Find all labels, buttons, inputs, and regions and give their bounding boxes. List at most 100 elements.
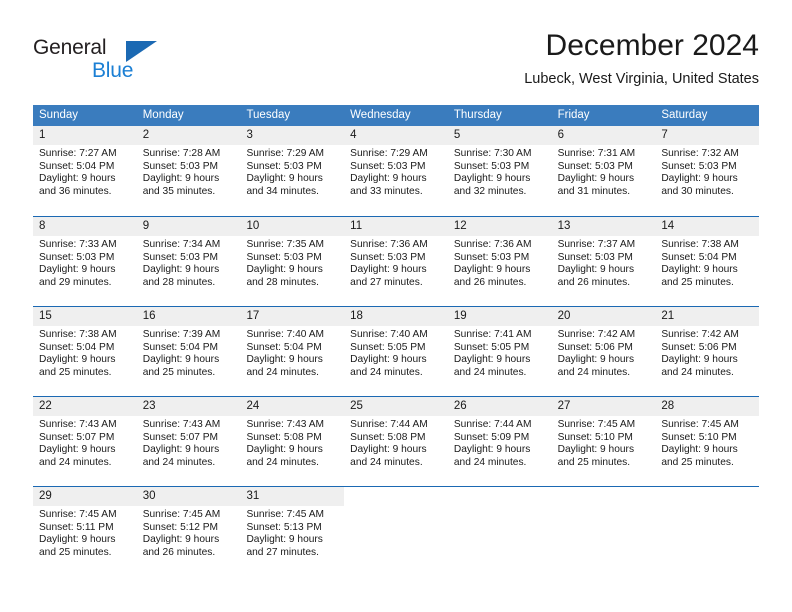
day-sunset-text: Sunset: 5:11 PM xyxy=(39,521,114,533)
day-daylight-line2-text: and 24 minutes. xyxy=(350,366,423,378)
day-daylight-line1-text: Daylight: 9 hours xyxy=(142,354,220,366)
calendar-day-cell[interactable]: 10 Sunrise: 7:35 AM Sunset: 5:03 PM Dayligh… xyxy=(240,217,345,306)
day-sun-info: Sunrise: 7:31 AM Sunset: 5:03 PM Daylight:… xyxy=(552,145,656,198)
calendar-day-cell[interactable]: 16 Sunrise: 7:39 AM Sunset: 5:04 PM Dayligh… xyxy=(136,307,241,396)
calendar-day-cell[interactable]: 20 Sunrise: 7:42 AM Sunset: 5:06 PM Dayligh… xyxy=(551,307,656,396)
day-number: 29 xyxy=(33,487,137,506)
day-sun-info: Sunrise: 7:30 AM Sunset: 5:03 PM Daylight:… xyxy=(448,145,552,198)
calendar-day-cell[interactable]: 22 Sunrise: 7:43 AM Sunset: 5:07 PM Dayligh… xyxy=(33,397,137,486)
calendar-day-cell[interactable]: 4 Sunrise: 7:29 AM Sunset: 5:03 PM Daylight… xyxy=(344,126,448,216)
day-daylight-line1-text: Daylight: 9 hours xyxy=(246,534,323,546)
day-daylight-line2-text: and 27 minutes. xyxy=(246,546,319,558)
calendar-day-cell[interactable]: 3 Sunrise: 7:29 AM Sunset: 5:03 PM Daylight… xyxy=(240,126,345,216)
calendar-day-cell[interactable]: 30 Sunrise: 7:45 AM Sunset: 5:12 PM Dayligh… xyxy=(136,487,241,576)
calendar-day-cell[interactable]: 26 Sunrise: 7:44 AM Sunset: 5:09 PM Dayligh… xyxy=(447,397,552,486)
day-sunset-text: Sunset: 5:07 PM xyxy=(39,431,115,443)
day-daylight-line1-text: Daylight: 9 hours xyxy=(39,444,116,456)
day-daylight-line1-text: Daylight: 9 hours xyxy=(661,264,738,276)
calendar-day-cell[interactable]: 13 Sunrise: 7:37 AM Sunset: 5:03 PM Dayligh… xyxy=(551,217,656,306)
day-number: 23 xyxy=(136,397,241,416)
day-sun-info xyxy=(344,506,448,509)
calendar-day-cell[interactable]: 27 Sunrise: 7:45 AM Sunset: 5:10 PM Dayligh… xyxy=(551,397,656,486)
day-daylight-line2-text: and 25 minutes. xyxy=(142,366,216,378)
weekday-header-wednesday: Wednesday xyxy=(350,109,411,121)
day-number xyxy=(344,487,448,506)
calendar-day-cell[interactable]: 25 Sunrise: 7:44 AM Sunset: 5:08 PM Dayligh… xyxy=(344,397,448,486)
day-sun-info xyxy=(655,506,759,509)
calendar-day-cell[interactable]: 18 Sunrise: 7:40 AM Sunset: 5:05 PM Dayligh… xyxy=(344,307,448,396)
day-sun-info: Sunrise: 7:40 AM Sunset: 5:05 PM Daylight:… xyxy=(344,326,448,379)
calendar-day-cell[interactable]: 1 Sunrise: 7:27 AM Sunset: 5:04 PM Daylight… xyxy=(33,126,137,216)
calendar-day-cell[interactable]: 21 Sunrise: 7:42 AM Sunset: 5:06 PM Dayligh… xyxy=(655,307,760,396)
calendar-week-row: 8 Sunrise: 7:33 AM Sunset: 5:03 PM Daylight… xyxy=(33,216,760,306)
day-daylight-line2-text: and 26 minutes. xyxy=(142,546,216,558)
calendar-day-cell[interactable]: 5 Sunrise: 7:30 AM Sunset: 5:03 PM Daylight… xyxy=(447,126,552,216)
day-sun-info: Sunrise: 7:43 AM Sunset: 5:08 PM Daylight:… xyxy=(240,416,344,469)
day-sunset-text: Sunset: 5:13 PM xyxy=(246,521,322,533)
day-sunrise-text: Sunrise: 7:43 AM xyxy=(246,419,325,430)
day-number: 12 xyxy=(447,217,552,236)
general-blue-logo[interactable]: General Blue xyxy=(33,36,183,92)
day-sunset-text: Sunset: 5:06 PM xyxy=(557,341,633,353)
day-sunset-text: Sunset: 5:03 PM xyxy=(557,251,633,263)
day-sunset-text: Sunset: 5:10 PM xyxy=(661,431,737,443)
day-daylight-line1-text: Daylight: 9 hours xyxy=(246,264,323,276)
day-number: 7 xyxy=(655,126,760,145)
day-daylight-line1-text: Daylight: 9 hours xyxy=(453,354,531,366)
calendar-day-cell[interactable]: 7 Sunrise: 7:32 AM Sunset: 5:03 PM Daylight… xyxy=(655,126,760,216)
calendar-day-cell[interactable]: 28 Sunrise: 7:45 AM Sunset: 5:10 PM Dayligh… xyxy=(655,397,760,486)
day-sunset-text: Sunset: 5:04 PM xyxy=(661,251,737,263)
day-sunset-text: Sunset: 5:05 PM xyxy=(453,341,530,353)
day-daylight-line2-text: and 35 minutes. xyxy=(142,185,216,197)
weekday-header-monday: Monday xyxy=(142,109,184,121)
day-sun-info: Sunrise: 7:38 AM Sunset: 5:04 PM Daylight:… xyxy=(655,236,759,289)
calendar-grid: Sunday Monday Tuesday Wednesday Thursday Frid… xyxy=(33,105,760,576)
day-number: 19 xyxy=(447,307,552,326)
day-sun-info: Sunrise: 7:42 AM Sunset: 5:06 PM Daylight:… xyxy=(655,326,759,379)
day-number xyxy=(552,487,656,506)
calendar-day-cell[interactable]: 31 Sunrise: 7:45 AM Sunset: 5:13 PM Dayligh… xyxy=(240,487,345,576)
day-sunrise-text: Sunrise: 7:35 AM xyxy=(246,239,325,250)
calendar-day-cell[interactable]: 29 Sunrise: 7:45 AM Sunset: 5:11 PM Dayligh… xyxy=(33,487,137,576)
day-number: 3 xyxy=(240,126,345,145)
day-daylight-line2-text: and 24 minutes. xyxy=(453,456,527,468)
day-number: 1 xyxy=(33,126,137,145)
day-number: 18 xyxy=(344,307,448,326)
day-sun-info: Sunrise: 7:43 AM Sunset: 5:07 PM Daylight:… xyxy=(137,416,241,469)
day-sunset-text: Sunset: 5:03 PM xyxy=(350,160,426,172)
day-sunset-text: Sunset: 5:03 PM xyxy=(39,251,115,263)
day-daylight-line2-text: and 25 minutes. xyxy=(39,546,112,558)
calendar-day-cell[interactable]: 2 Sunrise: 7:28 AM Sunset: 5:03 PM Daylight… xyxy=(136,126,241,216)
day-sunrise-text: Sunrise: 7:36 AM xyxy=(453,239,532,250)
day-number: 9 xyxy=(136,217,241,236)
calendar-day-cell[interactable]: 14 Sunrise: 7:38 AM Sunset: 5:04 PM Dayligh… xyxy=(655,217,760,306)
day-sunrise-text: Sunrise: 7:27 AM xyxy=(39,148,117,159)
day-sunrise-text: Sunrise: 7:38 AM xyxy=(661,239,739,250)
calendar-day-cell[interactable]: 6 Sunrise: 7:31 AM Sunset: 5:03 PM Daylight… xyxy=(551,126,656,216)
day-sun-info: Sunrise: 7:45 AM Sunset: 5:11 PM Daylight:… xyxy=(33,506,137,559)
calendar-day-cell[interactable]: 9 Sunrise: 7:34 AM Sunset: 5:03 PM Daylight… xyxy=(136,217,241,306)
day-sunset-text: Sunset: 5:04 PM xyxy=(39,160,115,172)
calendar-day-cell[interactable]: 15 Sunrise: 7:38 AM Sunset: 5:04 PM Dayligh… xyxy=(33,307,137,396)
day-daylight-line2-text: and 29 minutes. xyxy=(39,276,112,288)
title-block: December 2024 Lubeck, West Virginia, Uni… xyxy=(524,28,759,90)
day-sunset-text: Sunset: 5:07 PM xyxy=(142,431,219,443)
calendar-day-cell[interactable]: 24 Sunrise: 7:43 AM Sunset: 5:08 PM Dayligh… xyxy=(240,397,345,486)
calendar-day-cell-empty xyxy=(552,487,656,576)
day-daylight-line2-text: and 36 minutes. xyxy=(39,185,112,197)
day-number: 17 xyxy=(240,307,345,326)
day-sunset-text: Sunset: 5:08 PM xyxy=(350,431,426,443)
calendar-day-cell[interactable]: 19 Sunrise: 7:41 AM Sunset: 5:05 PM Dayligh… xyxy=(447,307,552,396)
day-sun-info: Sunrise: 7:33 AM Sunset: 5:03 PM Daylight:… xyxy=(33,236,137,289)
calendar-day-cell[interactable]: 11 Sunrise: 7:36 AM Sunset: 5:03 PM Dayligh… xyxy=(344,217,448,306)
location-subtitle: Lubeck, West Virginia, United States xyxy=(524,71,759,87)
day-number: 22 xyxy=(33,397,137,416)
day-number: 11 xyxy=(344,217,448,236)
calendar-day-cell[interactable]: 17 Sunrise: 7:40 AM Sunset: 5:04 PM Dayligh… xyxy=(240,307,345,396)
calendar-day-cell[interactable]: 8 Sunrise: 7:33 AM Sunset: 5:03 PM Daylight… xyxy=(33,217,137,306)
calendar-day-cell[interactable]: 23 Sunrise: 7:43 AM Sunset: 5:07 PM Dayligh… xyxy=(136,397,241,486)
calendar-day-cell[interactable]: 12 Sunrise: 7:36 AM Sunset: 5:03 PM Dayligh… xyxy=(447,217,552,306)
day-daylight-line2-text: and 24 minutes. xyxy=(661,366,734,378)
day-daylight-line2-text: and 25 minutes. xyxy=(39,366,112,378)
day-sunrise-text: Sunrise: 7:44 AM xyxy=(350,419,428,430)
